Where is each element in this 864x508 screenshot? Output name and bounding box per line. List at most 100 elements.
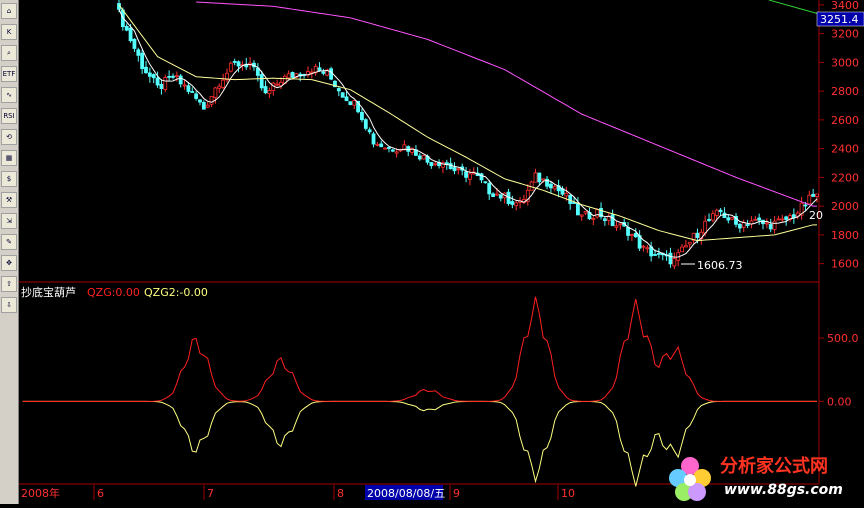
candle-body bbox=[286, 73, 291, 79]
candle-body bbox=[429, 162, 434, 167]
time-axis-label: 6 bbox=[97, 487, 104, 500]
arrow-up-icon[interactable]: ⇧ bbox=[1, 276, 17, 292]
price-tick-label: 1800 bbox=[831, 229, 859, 242]
low-marker-label: 1606.73 bbox=[697, 259, 743, 272]
candle-body bbox=[194, 93, 199, 99]
price-tick-label: 3200 bbox=[831, 28, 859, 41]
left-toolbar: ⌂ K ⌕ ETF ∿ RSI ⟲ ▦ $ ⚒ ⇲ ✎ ✥ ⇧ ⇩ bbox=[0, 0, 19, 504]
candle-body bbox=[178, 75, 183, 85]
candle-body bbox=[491, 193, 495, 197]
home-icon[interactable]: ⌂ bbox=[1, 3, 17, 19]
candle-body bbox=[549, 183, 553, 189]
candle-body bbox=[807, 194, 812, 205]
time-axis-label: 2008年 bbox=[21, 486, 60, 500]
candle-body bbox=[703, 220, 708, 234]
candle-body bbox=[745, 224, 750, 226]
candle-body bbox=[768, 224, 773, 230]
candle-body bbox=[290, 72, 295, 78]
candle-body bbox=[811, 193, 816, 197]
wrench-icon[interactable]: ⚒ bbox=[1, 192, 17, 208]
candle-body bbox=[641, 245, 646, 248]
candle-body bbox=[710, 213, 715, 221]
candle-body bbox=[433, 163, 438, 166]
candle-body bbox=[236, 61, 241, 67]
candle-body bbox=[263, 86, 268, 94]
candle-body bbox=[171, 75, 175, 78]
qzg-label: QZG:0.00 bbox=[87, 286, 140, 299]
candle-body bbox=[595, 209, 600, 218]
candle-body bbox=[672, 258, 677, 267]
candle-body bbox=[757, 217, 762, 221]
candle-body bbox=[448, 163, 453, 170]
candle-body bbox=[360, 111, 364, 121]
candle-body bbox=[167, 75, 172, 78]
price-tick-label: 2200 bbox=[831, 171, 859, 184]
import-icon[interactable]: ⇲ bbox=[1, 213, 17, 229]
candle-body bbox=[406, 146, 411, 152]
candle-body bbox=[336, 88, 341, 92]
candle-body bbox=[772, 220, 777, 230]
etf-icon[interactable]: ETF bbox=[1, 66, 17, 82]
candle-body bbox=[456, 168, 461, 171]
candle-body bbox=[221, 79, 226, 88]
wave-icon[interactable]: ∿ bbox=[1, 87, 17, 103]
candle-body bbox=[321, 71, 326, 74]
refresh-icon[interactable]: ⟲ bbox=[1, 129, 17, 145]
candle-body bbox=[182, 84, 187, 87]
candle-body bbox=[784, 216, 789, 220]
dollar-icon[interactable]: $ bbox=[1, 171, 17, 187]
candle-body bbox=[367, 129, 372, 133]
time-axis-label: 7 bbox=[207, 487, 214, 500]
candle-body bbox=[687, 241, 692, 245]
candle-body bbox=[363, 119, 368, 129]
cursor-date-label: 2008/08/08/五 bbox=[367, 487, 445, 500]
indicator-tick-label: 0.00 bbox=[827, 395, 852, 408]
price-tick-label: 2600 bbox=[831, 114, 859, 127]
price-tick-label: 2400 bbox=[831, 143, 859, 156]
candle-body bbox=[653, 254, 657, 256]
candle-body bbox=[421, 155, 426, 160]
candle-body bbox=[144, 66, 148, 74]
candle-body bbox=[552, 186, 557, 190]
candle-body bbox=[483, 181, 488, 184]
watermark-logo: 分析家公式网 www.88gs.com bbox=[664, 448, 864, 504]
magnifier-icon[interactable]: ⌕ bbox=[1, 45, 17, 61]
price-tick-label: 2000 bbox=[831, 200, 859, 213]
candle-body bbox=[730, 217, 735, 220]
candle-body bbox=[371, 133, 376, 145]
time-axis-label: 10 bbox=[561, 487, 575, 500]
candle-body bbox=[186, 85, 191, 92]
candle-body bbox=[217, 85, 222, 89]
candle-body bbox=[209, 96, 214, 105]
kline-icon[interactable]: K bbox=[1, 24, 17, 40]
candle-body bbox=[352, 100, 357, 106]
candle-body bbox=[317, 67, 322, 71]
move-icon[interactable]: ✥ bbox=[1, 255, 17, 271]
candle-body bbox=[695, 232, 700, 238]
candle-body bbox=[159, 83, 164, 90]
candle-body bbox=[668, 252, 673, 265]
candle-body bbox=[417, 155, 422, 160]
arrow-down-icon[interactable]: ⇩ bbox=[1, 297, 17, 313]
grid-icon[interactable]: ▦ bbox=[1, 150, 17, 166]
candle-body bbox=[533, 172, 538, 183]
rsi-icon[interactable]: RSI bbox=[1, 108, 17, 124]
qzg2-label: QZG2:-0.00 bbox=[144, 286, 208, 299]
indicator-name: 抄底宝葫芦 bbox=[21, 285, 76, 299]
candle-body bbox=[718, 209, 723, 213]
stock-chart[interactable]: 3400 3200 3000 2800 2600 2400 2200 2000 1800 1600… bbox=[19, 0, 864, 504]
candle-body bbox=[452, 167, 457, 172]
candle-body bbox=[726, 217, 731, 221]
candle-body bbox=[618, 223, 623, 226]
pencil-icon[interactable]: ✎ bbox=[1, 234, 17, 250]
candle-body bbox=[329, 68, 333, 80]
candle-body bbox=[614, 225, 619, 228]
candle-body bbox=[815, 193, 819, 198]
candle-body bbox=[510, 201, 515, 205]
price-tick-label: 1600 bbox=[831, 258, 859, 271]
candle-body bbox=[464, 171, 468, 178]
candle-body bbox=[205, 104, 210, 108]
candle-body bbox=[683, 245, 688, 248]
candle-body bbox=[541, 178, 546, 181]
candle-body bbox=[267, 90, 272, 95]
